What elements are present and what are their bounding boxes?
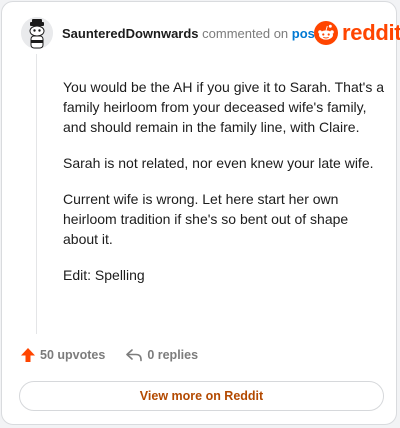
- comment-paragraph: You would be the AH if you give it to Sa…: [63, 79, 384, 135]
- comment-paragraph: Edit: Spelling: [63, 267, 145, 283]
- username-link[interactable]: SaunteredDownwards: [62, 26, 199, 41]
- comment-paragraph: Sarah is not related, nor even knew your…: [63, 155, 374, 171]
- comment-paragraph: Current wife is wrong. Let here start he…: [63, 191, 349, 247]
- comment-header: SaunteredDownwards commented on post: [62, 25, 319, 43]
- reply-arrow-icon: [126, 349, 143, 362]
- reply-button[interactable]: 0 replies: [125, 347, 198, 363]
- snoo-avatar-icon: [21, 17, 53, 49]
- reddit-wordmark: reddit: [342, 20, 400, 45]
- commented-on-text: commented on: [202, 26, 289, 41]
- upvote-count: 50 upvotes: [40, 348, 106, 362]
- thread-line: [36, 54, 37, 334]
- reddit-logo[interactable]: reddit: [314, 20, 400, 46]
- comment-actions: 50 upvotes 0 replies: [20, 347, 198, 363]
- comment-body: You would be the AH if you give it to Sa…: [63, 77, 385, 301]
- view-more-on-reddit-button[interactable]: View more on Reddit: [19, 381, 384, 411]
- comment-embed-card: SaunteredDownwards commented on post red…: [1, 1, 400, 425]
- upvote-button[interactable]: 50 upvotes: [20, 347, 105, 363]
- upvote-arrow-icon: [21, 348, 35, 362]
- reddit-logo-icon: [314, 21, 338, 45]
- user-avatar[interactable]: [21, 17, 53, 49]
- reply-count: 0 replies: [147, 348, 199, 362]
